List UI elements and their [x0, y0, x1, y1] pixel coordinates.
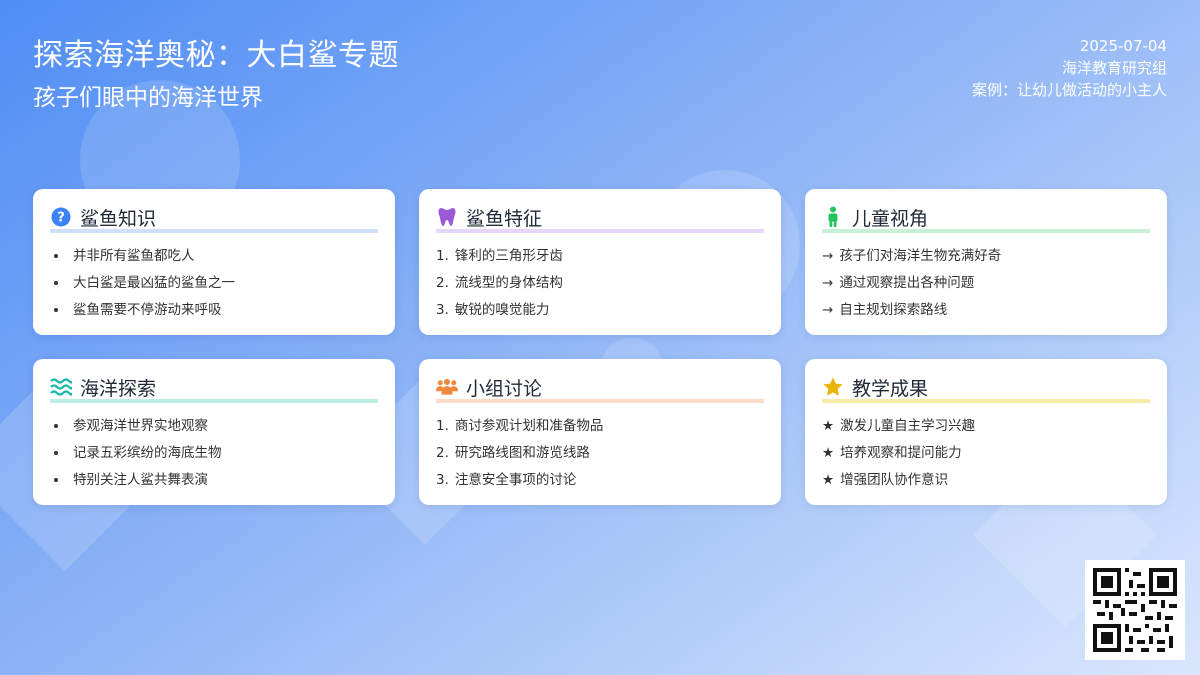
list-item-text: 特别关注人鲨共舞表演: [73, 472, 208, 488]
card-header: 教学成果: [822, 377, 1150, 403]
bullet-marker: 3.: [436, 472, 449, 488]
list-item: ★ 增强团队协作意识: [822, 467, 1150, 494]
list-item: 参观海洋世界实地观察: [50, 413, 378, 440]
list-item-text: 孩子们对海洋生物充满好奇: [839, 248, 1002, 264]
card-header: ? 鲨鱼知识: [50, 207, 378, 233]
date-text: 2025-07-04: [1079, 37, 1167, 55]
list-item-text: 大白鲨是最凶猛的鲨鱼之一: [73, 275, 235, 291]
list-item: 特别关注人鲨共舞表演: [50, 467, 378, 494]
card-list: 1. 锋利的三角形牙齿 2. 流线型的身体结构 3. 敏锐的嗅觉能力: [436, 243, 764, 324]
list-item: → 通过观察提出各种问题: [822, 270, 1150, 297]
card-header: 海洋探索: [50, 377, 378, 403]
card: 教学成果 ★ 激发儿童自主学习兴趣 ★ 培养观察和提问能力 ★ 增强团队协作意识: [805, 359, 1167, 505]
list-item-text: 研究路线图和游览线路: [454, 445, 590, 461]
card-title: 鲨鱼知识: [80, 207, 157, 230]
card-title: 海洋探索: [80, 377, 157, 400]
bullet-dot: [54, 451, 58, 455]
card: 鲨鱼特征 1. 锋利的三角形牙齿 2. 流线型的身体结构 3. 敏锐的嗅觉能力: [419, 189, 781, 335]
page-subtitle: 孩子们眼中的海洋世界: [33, 85, 263, 111]
svg-text:?: ?: [57, 211, 65, 226]
bullet-marker: 1.: [436, 418, 449, 434]
list-item-text: 鲨鱼需要不停游动来呼吸: [73, 302, 222, 318]
bullet-dot: [54, 478, 58, 482]
list-item-text: 流线型的身体结构: [454, 275, 563, 291]
question-icon: ?: [50, 206, 72, 228]
card: 儿童视角 → 孩子们对海洋生物充满好奇 → 通过观察提出各种问题 → 自主规划探索路线: [805, 189, 1167, 335]
tooth-icon: [436, 206, 458, 228]
list-item-text: 敏锐的嗅觉能力: [454, 302, 550, 318]
bullet-dot: [54, 254, 58, 258]
bullet-marker: 2.: [436, 445, 449, 461]
card-title: 教学成果: [852, 377, 929, 400]
list-item-text: 激发儿童自主学习兴趣: [840, 418, 976, 434]
list-item-text: 并非所有鲨鱼都吃人: [73, 248, 195, 264]
list-item: 3. 注意安全事项的讨论: [436, 467, 764, 494]
card-list: ★ 激发儿童自主学习兴趣 ★ 培养观察和提问能力 ★ 增强团队协作意识: [822, 413, 1150, 494]
list-item-text: 参观海洋世界实地观察: [73, 418, 208, 434]
list-item: 1. 商讨参观计划和准备物品: [436, 413, 764, 440]
list-item: 记录五彩缤纷的海底生物: [50, 440, 378, 467]
list-item-text: 通过观察提出各种问题: [839, 275, 975, 291]
list-item-text: 培养观察和提问能力: [840, 445, 962, 461]
list-item: → 孩子们对海洋生物充满好奇: [822, 243, 1150, 270]
bullet-marker: ★: [822, 445, 835, 461]
bullet-marker: 3.: [436, 302, 449, 318]
list-item-text: 增强团队协作意识: [840, 472, 949, 488]
list-item-text: 自主规划探索路线: [839, 302, 948, 318]
list-item: 2. 流线型的身体结构: [436, 270, 764, 297]
bullet-marker: 2.: [436, 275, 449, 291]
card-list: 参观海洋世界实地观察 记录五彩缤纷的海底生物 特别关注人鲨共舞表演: [50, 413, 378, 494]
list-item-text: 锋利的三角形牙齿: [454, 248, 563, 264]
card-list: 1. 商讨参观计划和准备物品 2. 研究路线图和游览线路 3. 注意安全事项的讨论: [436, 413, 764, 494]
list-item: 2. 研究路线图和游览线路: [436, 440, 764, 467]
bullet-marker: →: [822, 302, 834, 318]
bullet-marker: ★: [822, 418, 835, 434]
bullet-marker: →: [822, 248, 834, 264]
card-title: 鲨鱼特征: [466, 207, 543, 230]
page-title: 探索海洋奥秘：大白鲨专题: [33, 38, 399, 73]
group-icon: [436, 376, 458, 398]
bullet-dot: [54, 281, 58, 285]
card: 海洋探索参观海洋世界实地观察 记录五彩缤纷的海底生物 特别关注人鲨共舞表演: [33, 359, 395, 505]
list-item: ★ 培养观察和提问能力: [822, 440, 1150, 467]
list-item: → 自主规划探索路线: [822, 297, 1150, 324]
bullet-marker: →: [822, 275, 834, 291]
bullet-dot: [54, 308, 58, 312]
list-item-text: 注意安全事项的讨论: [454, 472, 577, 488]
card-title: 儿童视角: [852, 207, 929, 230]
card: ? 鲨鱼知识并非所有鲨鱼都吃人大白鲨是最凶猛的鲨鱼之一 鲨鱼需要不停游动来呼吸: [33, 189, 395, 335]
card-list: → 孩子们对海洋生物充满好奇 → 通过观察提出各种问题 → 自主规划探索路线: [822, 243, 1150, 324]
qr-code-icon: [1093, 568, 1177, 652]
list-item: 鲨鱼需要不停游动来呼吸: [50, 297, 378, 324]
card-header: 鲨鱼特征: [436, 207, 764, 233]
waves-icon: [50, 376, 72, 398]
child-icon: [822, 206, 844, 228]
card: 小组讨论 1. 商讨参观计划和准备物品 2. 研究路线图和游览线路 3. 注意安全事项的讨论: [419, 359, 781, 505]
bullet-marker: 1.: [436, 248, 449, 264]
meta-info: 2025-07-04 海洋教育研究组 案例：让幼儿做活动的小主人: [972, 35, 1167, 101]
case-text: 案例：让幼儿做活动的小主人: [971, 81, 1167, 99]
list-item: 1. 锋利的三角形牙齿: [436, 243, 764, 270]
list-item: 大白鲨是最凶猛的鲨鱼之一: [50, 270, 378, 297]
list-item-text: 商讨参观计划和准备物品: [454, 418, 604, 434]
card-header: 儿童视角: [822, 206, 1150, 233]
list-item: 3. 敏锐的嗅觉能力: [436, 297, 764, 324]
bullet-dot: [54, 424, 58, 428]
bullet-marker: ★: [822, 472, 835, 488]
list-item: 并非所有鲨鱼都吃人: [50, 243, 378, 270]
list-item: ★ 激发儿童自主学习兴趣: [822, 413, 1150, 440]
card-grid: ? 鲨鱼知识并非所有鲨鱼都吃人大白鲨是最凶猛的鲨鱼之一 鲨鱼需要不停游动来呼吸 鲨鱼特…: [33, 189, 1167, 505]
qr-code[interactable]: [1085, 560, 1185, 660]
card-title: 小组讨论: [466, 377, 543, 400]
card-header: 小组讨论: [436, 377, 764, 403]
star-icon: [822, 376, 844, 398]
card-list: 并非所有鲨鱼都吃人大白鲨是最凶猛的鲨鱼之一 鲨鱼需要不停游动来呼吸: [50, 243, 378, 324]
list-item-text: 记录五彩缤纷的海底生物: [73, 445, 222, 461]
org-text: 海洋教育研究组: [1061, 59, 1167, 77]
